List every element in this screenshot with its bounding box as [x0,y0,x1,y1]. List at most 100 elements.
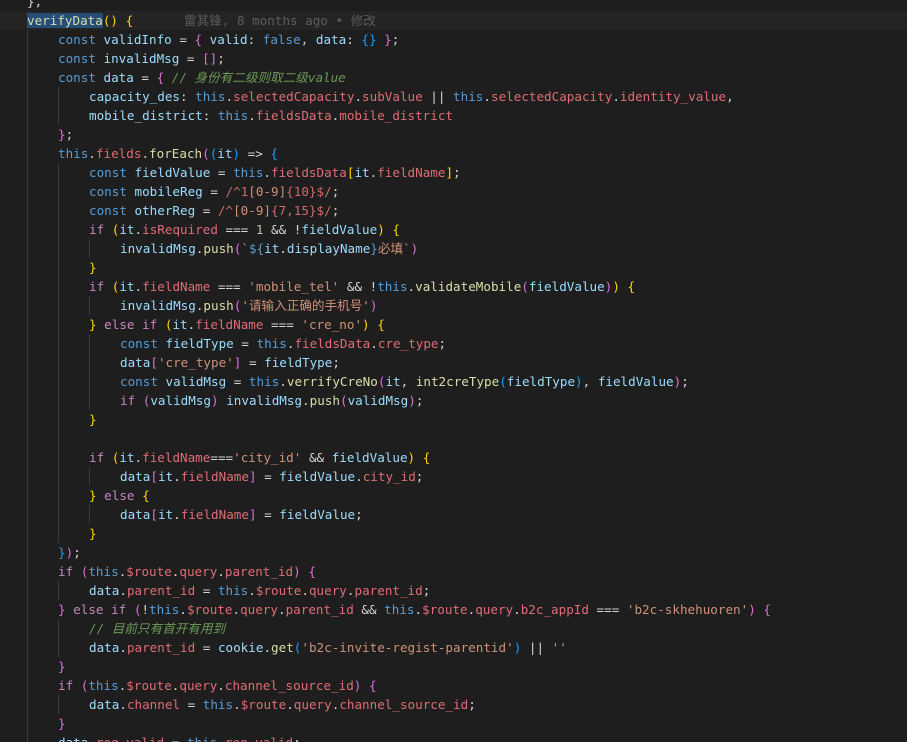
indent-guide [27,239,28,258]
code-line[interactable]: data[it.fieldName] = fieldValue.city_id; [0,467,907,486]
code-token: cre_type [377,336,439,351]
indent-guide [58,315,59,334]
code-token: $route [255,583,302,598]
code-line[interactable]: const validInfo = { valid: false, data: … [0,30,907,49]
code-line[interactable]: data.parent_id = this.$route.query.paren… [0,581,907,600]
code-line[interactable]: const otherReg = /^[0-9]{7,15}$/; [0,201,907,220]
code-token: { [125,13,134,28]
code-token: push [309,393,340,408]
code-token: // 身份有二级则取二级value [171,70,346,85]
code-token: this [248,374,280,389]
code-token: it [217,146,233,161]
code-line[interactable]: if (it.isRequired === 1 && !fieldValue) … [0,220,907,239]
indent-guide [58,695,59,714]
code-line[interactable]: }; [0,125,907,144]
code-text: if (this.$route.query.parent_id) { [58,562,316,581]
code-line[interactable]: if (this.$route.query.channel_source_id)… [0,676,907,695]
code-token: {7,15} [271,203,317,218]
code-line[interactable]: const mobileReg = /^1[0-9]{10}$/; [0,182,907,201]
code-token: ; [73,545,81,560]
indent-guide [58,87,59,106]
code-line[interactable]: const invalidMsg = []; [0,49,907,68]
code-line[interactable]: mobile_district: this.fieldsData.mobile_… [0,106,907,125]
code-token: it [354,165,370,180]
code-token: this [217,108,249,123]
code-token: } [89,412,97,427]
code-text: } else if (!this.$route.query.parent_id … [58,600,771,619]
code-line[interactable]: capacity_des: this.selectedCapacity.subV… [0,87,907,106]
code-line[interactable]: }, [0,0,907,11]
code-line[interactable]: data.parent_id = cookie.get('b2c-invite-… [0,638,907,657]
code-token: const [89,184,135,199]
indent-guide [27,657,28,676]
code-token: if [58,564,81,579]
code-line[interactable]: } [0,524,907,543]
code-token: { [142,488,150,503]
code-token: fieldValue [597,374,674,389]
code-token: otherReg [134,203,196,218]
code-token: this [195,89,226,104]
code-token: = [233,336,257,351]
code-line[interactable]: }); [0,543,907,562]
code-token: fieldName [142,279,211,294]
code-token: if [120,393,143,408]
code-token: invalidMsg [120,241,196,256]
code-line[interactable]: invalidMsg.push(`${it.displayName}必填`) [0,239,907,258]
code-token: query [179,564,218,579]
code-line[interactable]: verifyData() {雷其锋, 8 months ago • 修改 [0,11,907,30]
code-line[interactable]: data.reg_valid = this.reg_valid; [0,733,907,742]
code-token: 'cre_type' [157,355,234,370]
code-line[interactable]: // 目前只有首开有用到 [0,619,907,638]
indent-guide [58,353,59,372]
code-line[interactable]: if (it.fieldName==='city_id' && fieldVal… [0,448,907,467]
code-line[interactable]: if (validMsg) invalidMsg.push(validMsg); [0,391,907,410]
indent-guide [27,87,28,106]
indent-guide [27,638,28,657]
code-token: . [141,146,150,161]
code-text: }); [58,543,81,562]
code-line[interactable]: } else if (!this.$route.query.parent_id … [0,600,907,619]
code-line[interactable]: const data = { // 身份有二级则取二级value [0,68,907,87]
code-token: parent_id [224,564,294,579]
code-line[interactable]: const fieldType = this.fieldsData.cre_ty… [0,334,907,353]
code-text: if (validMsg) invalidMsg.push(validMsg); [120,391,423,410]
code-token: invalidMsg [103,51,180,66]
indent-guide [27,562,28,581]
code-line[interactable]: data['cre_type'] = fieldType; [0,353,907,372]
code-token: } [58,545,66,560]
code-text: } [89,258,97,277]
code-line[interactable]: } else { [0,486,907,505]
code-line[interactable]: } [0,657,907,676]
code-line[interactable]: if (this.$route.query.parent_id) { [0,562,907,581]
code-line[interactable]: data[it.fieldName] = fieldValue; [0,505,907,524]
code-token: subValue [362,89,423,104]
code-token: verifyData [27,13,103,28]
code-line[interactable]: const fieldValue = this.fieldsData[it.fi… [0,163,907,182]
code-token: invalidMsg [226,393,303,408]
code-line[interactable]: } [0,258,907,277]
code-editor[interactable]: }, verifyData() {雷其锋, 8 months ago • 修改 co… [0,0,907,742]
code-line[interactable]: } [0,714,907,733]
code-line[interactable]: } [0,410,907,429]
code-line[interactable]: invalidMsg.push('请输入正确的手机号') [0,296,907,315]
indent-guide [27,182,28,201]
code-token: 'city_id' [233,450,302,465]
code-token: [ [150,355,158,370]
code-token: it [172,317,188,332]
code-token: it [119,222,135,237]
code-token: = [202,184,226,199]
code-token: ; [415,393,424,408]
code-line[interactable]: } else if (it.fieldName === 'cre_no') { [0,315,907,334]
code-line[interactable]: if (it.fieldName === 'mobile_tel' && !th… [0,277,907,296]
code-line[interactable]: const validMsg = this.verrifyCreNo (it, i… [0,372,907,391]
code-token: it [119,450,135,465]
code-line[interactable]: this.fields.forEach((it) => { [0,144,907,163]
code-token: [] [202,51,218,66]
code-token: const [58,70,104,85]
code-line[interactable]: data.channel = this.$route.query.channel… [0,695,907,714]
code-line[interactable] [0,429,907,448]
indent-guide [27,543,28,562]
code-text: const otherReg = /^[0-9]{7,15}$/; [89,201,339,220]
code-token: ] [248,507,257,522]
code-text: data['cre_type'] = fieldType; [120,353,340,372]
